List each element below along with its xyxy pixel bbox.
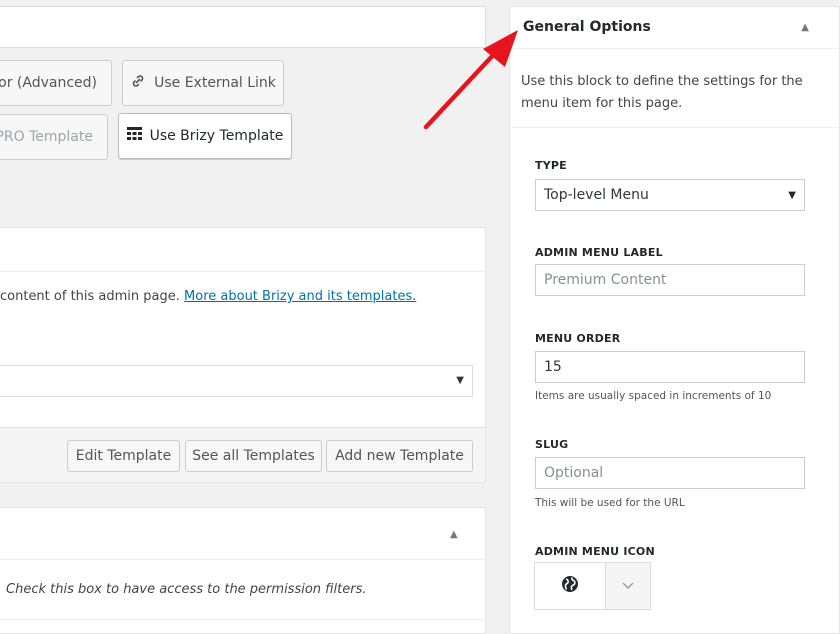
chevron-down-icon: ▼ bbox=[788, 189, 796, 201]
admin-menu-icon-picker[interactable] bbox=[534, 562, 651, 610]
menu-order-input[interactable]: 15 bbox=[535, 351, 805, 383]
panel-header bbox=[0, 228, 485, 272]
title-input[interactable] bbox=[0, 6, 486, 48]
pro-template-label: PRO Template bbox=[0, 129, 93, 145]
brizy-template-button[interactable]: Use Brizy Template bbox=[118, 113, 292, 159]
external-link-button[interactable]: Use External Link bbox=[122, 60, 284, 106]
brizy-template-panel bbox=[0, 227, 486, 429]
permissions-panel-header bbox=[0, 508, 485, 560]
slug-input[interactable]: Optional bbox=[535, 457, 805, 489]
permissions-text: Check this box to have access to the per… bbox=[6, 582, 367, 597]
admin-menu-label-label: ADMIN MENU LABEL bbox=[535, 246, 663, 259]
edit-template-button[interactable]: Edit Template bbox=[67, 440, 180, 472]
brizy-templates-link[interactable]: More about Brizy and its templates. bbox=[184, 289, 416, 304]
see-all-templates-button[interactable]: See all Templates bbox=[185, 440, 322, 472]
icon-dropdown-toggle[interactable] bbox=[605, 563, 650, 609]
chevron-down-icon bbox=[622, 580, 634, 593]
type-select[interactable]: Top-level Menu ▼ bbox=[535, 179, 805, 211]
general-options-description: Use this block to define the settings fo… bbox=[521, 74, 803, 111]
brizy-template-label: Use Brizy Template bbox=[149, 128, 284, 144]
pro-template-button: PRO Template bbox=[0, 114, 108, 160]
slug-label: SLUG bbox=[535, 438, 569, 451]
type-value: Top-level Menu bbox=[544, 187, 649, 203]
admin-menu-label-input[interactable]: Premium Content bbox=[535, 264, 805, 296]
add-new-template-button[interactable]: Add new Template bbox=[326, 440, 473, 472]
advanced-editor-button[interactable]: itor (Advanced) bbox=[0, 60, 112, 106]
arrow-shaft bbox=[423, 49, 499, 130]
slug-help: This will be used for the URL bbox=[535, 497, 685, 509]
type-label: TYPE bbox=[535, 159, 567, 172]
selected-icon-cell[interactable] bbox=[535, 563, 605, 609]
menu-order-help: Items are usually spaced in increments o… bbox=[535, 390, 772, 402]
general-options-panel: General Options ▲ Use this block to defi… bbox=[509, 6, 840, 634]
annotation-arrow bbox=[423, 30, 518, 130]
table-icon bbox=[126, 127, 142, 145]
template-description: content of this admin page. More about B… bbox=[0, 289, 417, 304]
collapse-icon[interactable]: ▲ bbox=[450, 529, 458, 540]
menu-order-label: MENU ORDER bbox=[535, 332, 621, 345]
template-select[interactable]: ▼ bbox=[0, 365, 473, 397]
divider bbox=[510, 127, 839, 128]
panel-divider bbox=[0, 619, 485, 620]
collapse-arrow-icon[interactable]: ▲ bbox=[801, 22, 809, 33]
external-link-label: Use External Link bbox=[154, 75, 276, 91]
admin-menu-icon-label: ADMIN MENU ICON bbox=[535, 545, 655, 558]
general-options-header[interactable]: General Options ▲ bbox=[510, 7, 839, 49]
chevron-down-icon: ▼ bbox=[456, 375, 464, 386]
advanced-editor-label: itor (Advanced) bbox=[0, 75, 97, 91]
general-options-title: General Options bbox=[523, 19, 651, 35]
link-icon bbox=[130, 73, 146, 93]
permissions-panel bbox=[0, 507, 486, 634]
globe-icon bbox=[561, 575, 579, 597]
